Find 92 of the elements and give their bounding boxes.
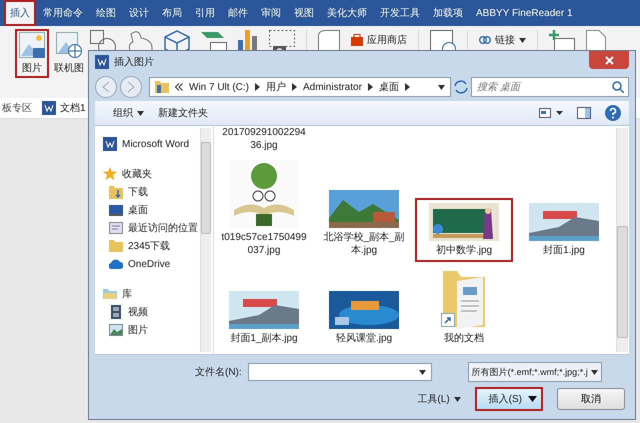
search-field[interactable]: 搜索 桌面 (471, 77, 629, 97)
picture-icon (19, 32, 45, 58)
sidebar-item[interactable]: 收藏夹 (103, 166, 198, 182)
scrollbar[interactable] (616, 128, 628, 352)
sidebar-item[interactable]: 视频 (103, 304, 198, 320)
insert-button[interactable]: 插入(S) (474, 387, 543, 411)
ribbon-tab[interactable]: 插入 (4, 0, 36, 26)
file-name[interactable]: 20170929100229436.jpg (221, 126, 307, 152)
scrollbar[interactable] (200, 128, 211, 352)
sidebar-item[interactable]: Microsoft Word (103, 136, 198, 152)
online-picture-button[interactable]: 联机图 (51, 30, 87, 77)
tools-menu[interactable]: 工具(L) (417, 392, 461, 406)
sidebar-item[interactable]: OneDrive (103, 256, 198, 272)
file-item[interactable]: 北浴学校_副本_副本.jpg (317, 187, 411, 260)
back-button[interactable] (95, 76, 117, 98)
desktop-icon (109, 203, 123, 217)
preview-pane-icon[interactable] (577, 107, 591, 119)
view-icon[interactable] (539, 108, 563, 118)
film-icon (109, 305, 123, 319)
ribbon-tab[interactable]: 设计 (123, 0, 155, 26)
sidebar-item[interactable]: 图片 (103, 322, 198, 338)
filename-field[interactable] (248, 363, 432, 381)
image-icon (109, 323, 123, 337)
filename-label: 文件名(N): (195, 366, 242, 379)
forward-button[interactable] (120, 76, 142, 98)
store-button[interactable]: 应用商店 (351, 30, 407, 47)
file-item[interactable]: t019c57ce1750499037.jpg (217, 157, 311, 260)
word-icon (95, 55, 109, 69)
shopping-bag-icon (351, 34, 363, 46)
library-icon (103, 287, 117, 301)
recent-places-icon (109, 221, 123, 235)
cancel-button[interactable]: 取消 (557, 388, 625, 410)
dropdown-icon (137, 110, 144, 116)
ribbon-tab[interactable]: 视图 (288, 0, 320, 26)
breadcrumb[interactable]: Administrator (303, 82, 362, 92)
ribbon-tab[interactable]: ABBYY FineReader 1 (470, 0, 579, 26)
word-icon (103, 137, 117, 151)
ribbon-tab[interactable]: 加载项 (427, 0, 469, 26)
dialog-title: 插入图片 (114, 56, 154, 69)
ribbon-tab[interactable]: 审阅 (255, 0, 287, 26)
link-button[interactable]: 链接 (479, 30, 526, 47)
file-item[interactable]: 我的文档 (417, 262, 511, 348)
cloud-icon (109, 257, 123, 271)
picture-button[interactable]: 图片 (16, 30, 48, 77)
sidebar-item[interactable]: 下载 (103, 184, 198, 200)
ribbon-tab[interactable]: 常用命令 (37, 0, 89, 26)
ribbon-tab[interactable]: 开发工具 (374, 0, 426, 26)
ribbon-tab[interactable]: 美化大师 (321, 0, 373, 26)
download-folder-icon (109, 185, 123, 199)
dropdown-icon (590, 370, 598, 374)
sidebar-item[interactable]: 2345下载 (103, 238, 198, 254)
triangle-right-icon (404, 83, 410, 91)
close-button[interactable] (589, 51, 629, 69)
ribbon-tab[interactable]: 绘图 (90, 0, 122, 26)
breadcrumb[interactable]: 桌面 (378, 80, 399, 94)
triangle-right-icon (368, 83, 373, 91)
sidebar-item[interactable]: 桌面 (103, 202, 198, 218)
dropdown-icon (519, 38, 526, 42)
breadcrumb[interactable]: Win 7 Ult (C:) (189, 82, 249, 92)
close-icon (604, 56, 614, 64)
ribbon-tab[interactable]: 布局 (156, 0, 188, 26)
breadcrumb[interactable]: 用户 (266, 80, 286, 94)
ribbon-tab[interactable]: 引用 (189, 0, 221, 26)
file-type-dropdown[interactable]: 所有图片(*.emf;*.wmf;*.jpg;*.j (468, 362, 602, 382)
document-tab[interactable]: 文档1 (42, 101, 86, 115)
folder-icon (109, 239, 123, 253)
globe-picture-icon (56, 32, 82, 58)
file-item[interactable]: 初中数学.jpg (417, 200, 511, 260)
help-icon[interactable] (605, 105, 621, 121)
ribbon-tab[interactable]: 邮件 (222, 0, 254, 26)
folder-icon (155, 81, 169, 93)
file-item[interactable]: 轻风课堂.jpg (317, 288, 411, 348)
sidebar-item[interactable]: 库 (103, 286, 198, 302)
double-chevron-icon (175, 83, 183, 91)
new-folder-button[interactable]: 新建文件夹 (158, 106, 208, 120)
word-icon (42, 101, 56, 115)
file-item[interactable]: 封面1_副本.jpg (217, 288, 311, 348)
star-icon (103, 167, 117, 181)
link-icon (479, 36, 491, 44)
triangle-right-icon (292, 83, 297, 91)
file-item[interactable]: 封面1.jpg (517, 200, 611, 260)
dropdown-icon[interactable] (438, 84, 445, 90)
triangle-right-icon (255, 83, 260, 91)
refresh-icon[interactable] (454, 80, 468, 94)
organize-menu[interactable]: 组织 (113, 106, 144, 120)
dropdown-icon (454, 396, 461, 402)
address-bar[interactable]: Win 7 Ult (C:) 用户 Administrator 桌面 (149, 77, 451, 97)
dropdown-icon (418, 370, 426, 374)
sidebar-item[interactable]: 最近访问的位置 (103, 220, 198, 236)
search-icon (612, 81, 624, 93)
group-label: 板专区 (2, 102, 32, 115)
dropdown-icon (528, 396, 537, 402)
